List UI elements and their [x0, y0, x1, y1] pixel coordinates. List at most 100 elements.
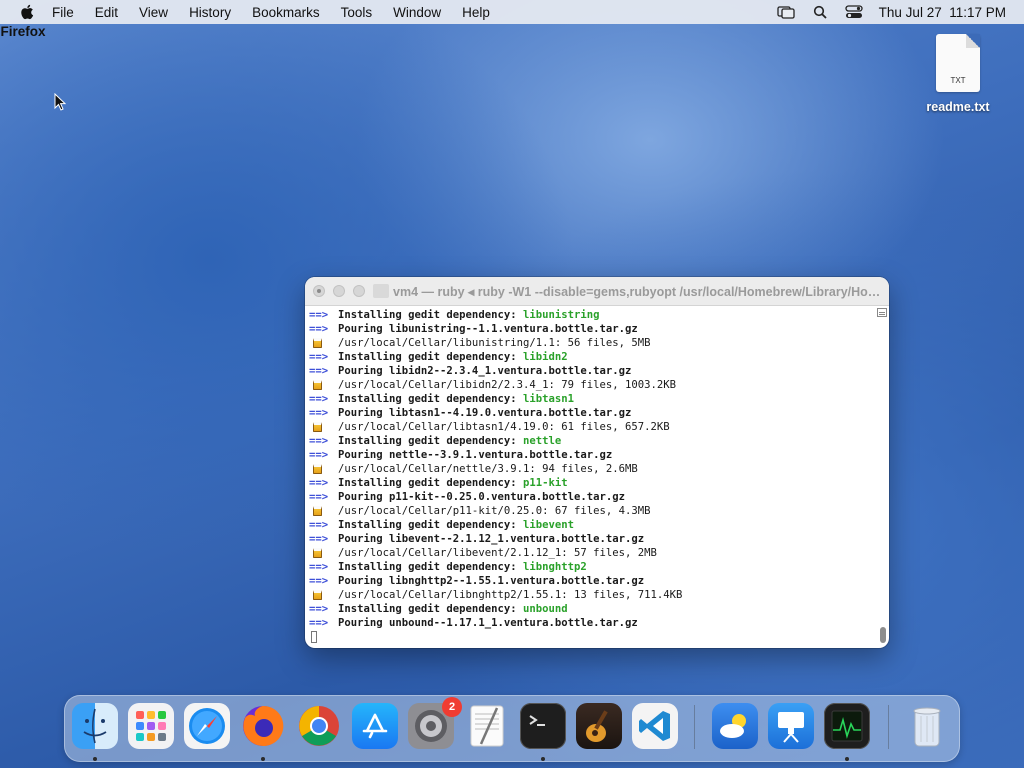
- dock-weather-icon[interactable]: [712, 703, 758, 749]
- menu-tools[interactable]: Tools: [341, 5, 373, 20]
- menu-window[interactable]: Window: [393, 5, 441, 20]
- minimize-window-button[interactable]: [333, 285, 345, 297]
- dock-separator: [694, 705, 695, 749]
- pour-message: Pouring libidn2--2.3.4_1.ventura.bottle.…: [338, 365, 632, 377]
- pour-message: Pouring libnghttp2--1.55.1.ventura.bottl…: [338, 575, 645, 587]
- terminal-line: ==> Pouring libevent--2.1.12_1.ventura.bo…: [309, 532, 889, 546]
- arrow-prefix: ==>: [309, 351, 329, 363]
- dock-terminal-icon[interactable]: [520, 703, 566, 749]
- dock-safari-icon[interactable]: [184, 703, 230, 749]
- arrow-prefix: ==>: [309, 575, 329, 587]
- dock: 2: [64, 695, 960, 762]
- beer-glyph: [313, 506, 322, 516]
- package-name: p11-kit: [522, 477, 568, 489]
- running-indicator: [93, 757, 97, 761]
- dock-textedit-icon[interactable]: [464, 703, 510, 749]
- beer-mug-icon: [309, 336, 338, 350]
- terminal-output[interactable]: ==> Installing gedit dependency: libunist…: [305, 306, 889, 648]
- install-message: Installing gedit dependency:: [338, 351, 523, 363]
- dock-app-store-icon[interactable]: [352, 703, 398, 749]
- arrow-prefix: ==>: [309, 323, 329, 335]
- terminal-title: vm4 — ruby ◂ ruby -W1 --disable=gems,rub…: [393, 285, 883, 299]
- control-center-icon[interactable]: [845, 5, 863, 19]
- beer-glyph: [313, 464, 322, 474]
- menu-history[interactable]: History: [189, 5, 231, 20]
- package-name: libidn2: [522, 351, 568, 363]
- text-cursor: [311, 631, 317, 643]
- terminal-line: /usr/local/Cellar/libevent/2.1.12_1: 57 …: [309, 546, 889, 560]
- scrollbar-thumb[interactable]: [880, 627, 886, 643]
- dock-system-settings-icon[interactable]: 2: [408, 697, 462, 749]
- terminal-line: /usr/local/Cellar/libtasn1/4.19.0: 61 fi…: [309, 420, 889, 434]
- terminal-line: ==> Pouring libidn2--2.3.4_1.ventura.bott…: [309, 364, 889, 378]
- beer-mug-icon: [309, 378, 338, 392]
- desktop-file-readme[interactable]: TXT readme.txt: [922, 34, 994, 114]
- terminal-line: ==> Installing gedit dependency: libnghtt…: [309, 560, 889, 574]
- arrow-prefix: ==>: [309, 435, 329, 447]
- pour-message: Pouring libevent--2.1.12_1.ventura.bottl…: [338, 533, 645, 545]
- arrow-prefix: ==>: [309, 477, 329, 489]
- terminal-prompt-line[interactable]: [309, 630, 889, 644]
- menu-bar: Firefox File Edit View History Bookmarks…: [0, 0, 1024, 39]
- terminal-title-bar[interactable]: vm4 — ruby ◂ ruby -W1 --disable=gems,rub…: [305, 277, 889, 306]
- terminal-line: ==> Pouring nettle--3.9.1.ventura.bottle.…: [309, 448, 889, 462]
- terminal-window[interactable]: vm4 — ruby ◂ ruby -W1 --disable=gems,rub…: [305, 277, 889, 648]
- arrow-prefix: ==>: [309, 519, 329, 531]
- running-indicator: [261, 757, 265, 761]
- menubar-clock[interactable]: Thu Jul 27 11:17 PM: [879, 5, 1006, 20]
- zoom-window-button[interactable]: [353, 285, 365, 297]
- beer-glyph: [313, 422, 322, 432]
- dock-finder-icon[interactable]: [72, 703, 118, 749]
- arrow-prefix: ==>: [309, 603, 329, 615]
- package-name: libtasn1: [522, 393, 574, 405]
- terminal-line: ==> Pouring p11-kit--0.25.0.ventura.bottl…: [309, 490, 889, 504]
- folder-proxy-icon[interactable]: [373, 284, 389, 298]
- menu-view[interactable]: View: [139, 5, 168, 20]
- spotlight-search-icon[interactable]: [811, 5, 829, 19]
- arrow-prefix: ==>: [309, 449, 329, 461]
- dock-launchpad-icon[interactable]: [128, 703, 174, 749]
- mouse-pointer-icon: [54, 92, 67, 111]
- install-message: Installing gedit dependency:: [338, 393, 523, 405]
- pour-message: Pouring nettle--3.9.1.ventura.bottle.tar…: [338, 449, 613, 461]
- menu-app-firefox[interactable]: Firefox: [0, 8, 46, 54]
- package-name: libevent: [522, 519, 574, 531]
- dock-firefox-icon[interactable]: [240, 703, 286, 749]
- terminal-line: ==> Installing gedit dependency: libunist…: [309, 308, 889, 322]
- pour-message: Pouring p11-kit--0.25.0.ventura.bottle.t…: [338, 491, 626, 503]
- menu-bookmarks[interactable]: Bookmarks: [252, 5, 320, 20]
- split-pane-icon[interactable]: [877, 308, 887, 317]
- terminal-line: /usr/local/Cellar/p11-kit/0.25.0: 67 fil…: [309, 504, 889, 518]
- arrow-prefix: ==>: [309, 533, 329, 545]
- arrow-prefix: ==>: [309, 617, 329, 629]
- install-message: Installing gedit dependency:: [338, 435, 523, 447]
- menu-edit[interactable]: Edit: [95, 5, 118, 20]
- dock-trash-icon[interactable]: [904, 703, 950, 749]
- dock-vscode-icon[interactable]: [632, 703, 678, 749]
- package-name: unbound: [522, 603, 568, 615]
- install-message: Installing gedit dependency:: [338, 309, 523, 321]
- cellar-summary-text: /usr/local/Cellar/libevent/2.1.12_1: 57 …: [338, 547, 657, 559]
- dock-activity-monitor-icon[interactable]: [824, 703, 870, 749]
- beer-mug-icon: [309, 504, 338, 518]
- dock-garageband-icon[interactable]: [576, 703, 622, 749]
- dock-keynote-icon[interactable]: [768, 703, 814, 749]
- pour-message: Pouring libtasn1--4.19.0.ventura.bottle.…: [338, 407, 632, 419]
- menu-help[interactable]: Help: [462, 5, 490, 20]
- arrow-prefix: ==>: [309, 561, 329, 573]
- terminal-line: /usr/local/Cellar/libnghttp2/1.55.1: 13 …: [309, 588, 889, 602]
- cellar-summary-text: /usr/local/Cellar/nettle/3.9.1: 94 files…: [338, 463, 638, 475]
- beer-mug-icon: [309, 546, 338, 560]
- install-message: Installing gedit dependency:: [338, 477, 523, 489]
- screen-mirroring-icon[interactable]: [777, 5, 795, 19]
- dock-chrome-icon[interactable]: [296, 703, 342, 749]
- beer-glyph: [313, 380, 322, 390]
- terminal-line: ==> Installing gedit dependency: unbound: [309, 602, 889, 616]
- beer-glyph: [313, 338, 322, 348]
- close-window-button[interactable]: [313, 285, 325, 297]
- menu-file[interactable]: File: [52, 5, 74, 20]
- beer-mug-icon: [309, 588, 338, 602]
- cellar-summary-text: /usr/local/Cellar/libidn2/2.3.4_1: 79 fi…: [338, 379, 677, 391]
- notification-badge: 2: [442, 697, 462, 717]
- desktop-file-name: readme.txt: [926, 100, 990, 114]
